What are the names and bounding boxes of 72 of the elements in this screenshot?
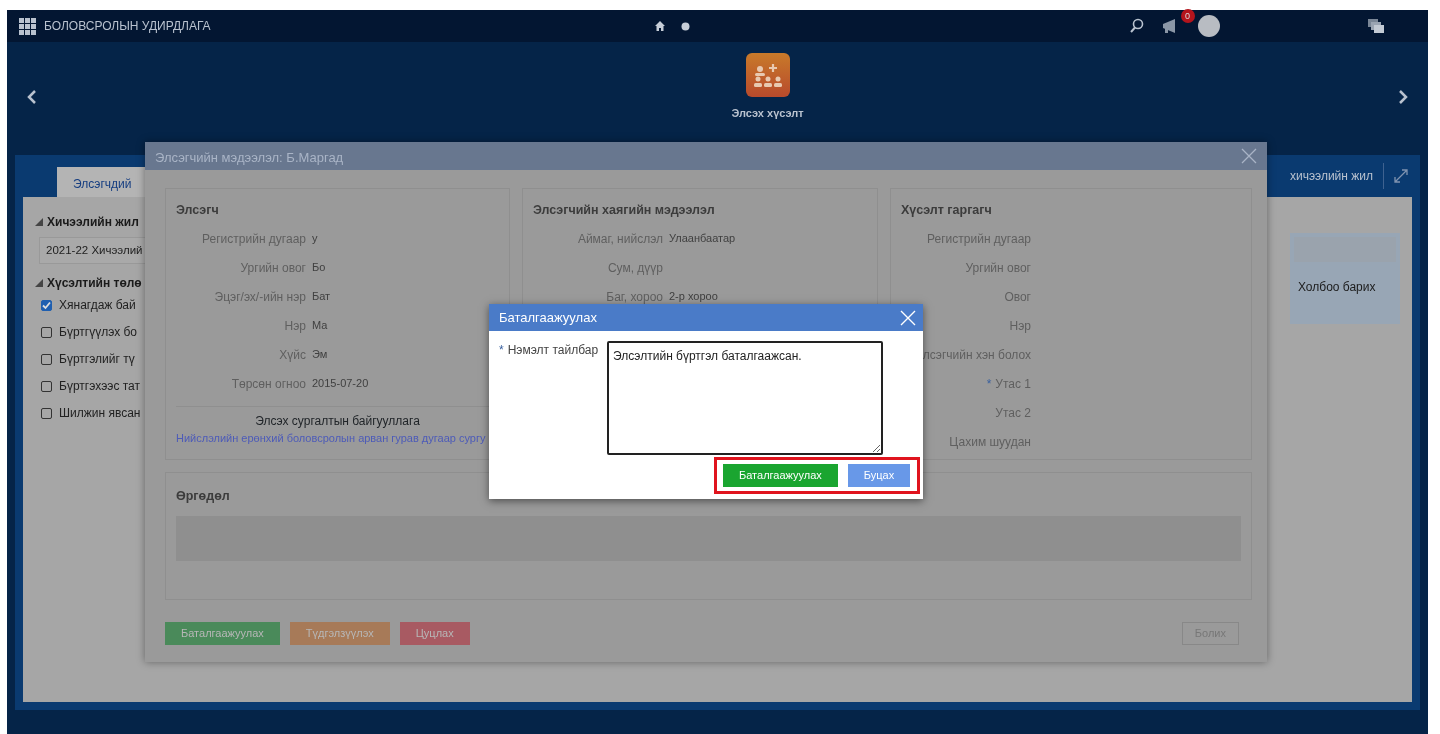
checkbox[interactable] bbox=[41, 353, 52, 365]
checkbox-label: Бүртгэхээс тат bbox=[59, 378, 140, 396]
stacked-windows-icon[interactable] bbox=[1367, 19, 1384, 33]
action-button[interactable]: Цуцлах bbox=[399, 622, 470, 645]
back-button[interactable]: Буцах bbox=[847, 464, 911, 487]
triangle-icon[interactable] bbox=[35, 279, 43, 288]
checkbox[interactable] bbox=[41, 407, 52, 419]
field-label: Овог bbox=[1004, 290, 1031, 304]
field-label: Ургийн овог bbox=[965, 261, 1031, 275]
dialog-title: Баталгаажуулах bbox=[499, 308, 597, 327]
field-label: Элсэх сургалтын байгууллага bbox=[254, 413, 421, 430]
section-title: Элсэгч bbox=[176, 203, 220, 218]
section-title: Хүсэлт гаргагч bbox=[901, 203, 993, 218]
search-icon[interactable] bbox=[1129, 18, 1144, 34]
field-label: Хүйс bbox=[279, 348, 306, 362]
action-button[interactable]: Түдгэлзүүлэх bbox=[289, 622, 390, 645]
checkbox[interactable] bbox=[41, 299, 52, 311]
field-value: Бат bbox=[312, 289, 331, 304]
required-mark: * bbox=[986, 377, 992, 391]
field-value: Эм bbox=[312, 347, 328, 362]
field-value: 2-р хороо bbox=[669, 289, 718, 304]
field-label: Регистрийн дугаар bbox=[202, 232, 306, 246]
field-value: Улаанбаатар bbox=[669, 231, 736, 246]
field-label: Төрсөн огноо bbox=[231, 377, 306, 391]
action-button[interactable]: Баталгаажуулах bbox=[165, 622, 280, 645]
field-label: Нэр bbox=[284, 319, 306, 333]
field-label: Утас 1 bbox=[995, 377, 1031, 391]
apps-grid-icon[interactable] bbox=[19, 17, 36, 35]
home-icon[interactable] bbox=[654, 21, 665, 31]
field-label: Сум, дүүр bbox=[607, 261, 663, 275]
app-label: Элсэх хүсэлт bbox=[731, 105, 804, 121]
field-label: Ургийн овог bbox=[240, 261, 306, 275]
field-value: 2015-07-20 bbox=[312, 376, 369, 391]
people-plus-icon bbox=[752, 61, 783, 88]
field-value: Ма bbox=[312, 318, 328, 333]
contact-tab[interactable]: Холбоо барих bbox=[1290, 266, 1400, 324]
app-tile[interactable] bbox=[745, 52, 790, 97]
checkbox-label: Бүртгэлийг тү bbox=[59, 351, 135, 369]
checkbox-label: Шилжин явсан bbox=[59, 405, 141, 423]
filter-title: Хүсэлтийн төлө bbox=[47, 275, 142, 293]
field-label: Нэмэлт тайлбар bbox=[507, 343, 599, 357]
required-mark: * bbox=[499, 343, 504, 357]
expand-icon[interactable] bbox=[1394, 169, 1408, 183]
app-title: БОЛОВСРОЛЫН УДИРДЛАГА bbox=[44, 18, 211, 35]
field-label: лсэгчийн хэн болох bbox=[922, 348, 1031, 362]
field-label: Утас 2 bbox=[995, 406, 1031, 420]
comment-field[interactable]: Элсэлтийн бүртгэл баталгаажсан. bbox=[607, 341, 883, 455]
panel-tab[interactable]: хичээлийн жил bbox=[1289, 167, 1373, 185]
field-label: Регистрийн дугаар bbox=[927, 232, 1031, 246]
triangle-icon[interactable] bbox=[35, 218, 43, 226]
chevron-right-icon[interactable] bbox=[1398, 90, 1408, 104]
confirm-button[interactable]: Баталгаажуулах bbox=[723, 464, 838, 487]
field-label: Нэр bbox=[1009, 319, 1031, 333]
avatar-icon[interactable] bbox=[1197, 15, 1220, 37]
filter-title: Хичээлийн жил bbox=[47, 214, 139, 231]
notification-badge: 0 bbox=[1180, 9, 1195, 23]
field-label: Баг, хороо bbox=[606, 290, 663, 304]
section-title: Өргөдөл bbox=[176, 489, 231, 504]
checkbox[interactable] bbox=[41, 326, 52, 338]
field-value: Бо bbox=[312, 260, 326, 275]
field-label: Цахим шуудан bbox=[949, 435, 1031, 449]
checkbox-label: Бүртгүүлэх бо bbox=[59, 324, 138, 342]
dialog-title: Элсэгчийн мэдээлэл: Б.Маргад bbox=[155, 149, 344, 164]
checkbox-label: Хянагдаж бай bbox=[59, 297, 136, 315]
dot-icon[interactable] bbox=[680, 21, 690, 31]
field-label: Эцэг/эх/-ийн нэр bbox=[214, 290, 306, 304]
field-label: Аймаг, нийслэл bbox=[577, 232, 663, 246]
chevron-left-icon[interactable] bbox=[27, 90, 37, 104]
checkbox[interactable] bbox=[41, 380, 52, 392]
field-value: у bbox=[312, 231, 318, 246]
section-title: Элсэгчийн хаягийн мэдээлэл bbox=[533, 203, 716, 218]
panel-tab[interactable]: Элсэгчдий bbox=[57, 167, 147, 197]
